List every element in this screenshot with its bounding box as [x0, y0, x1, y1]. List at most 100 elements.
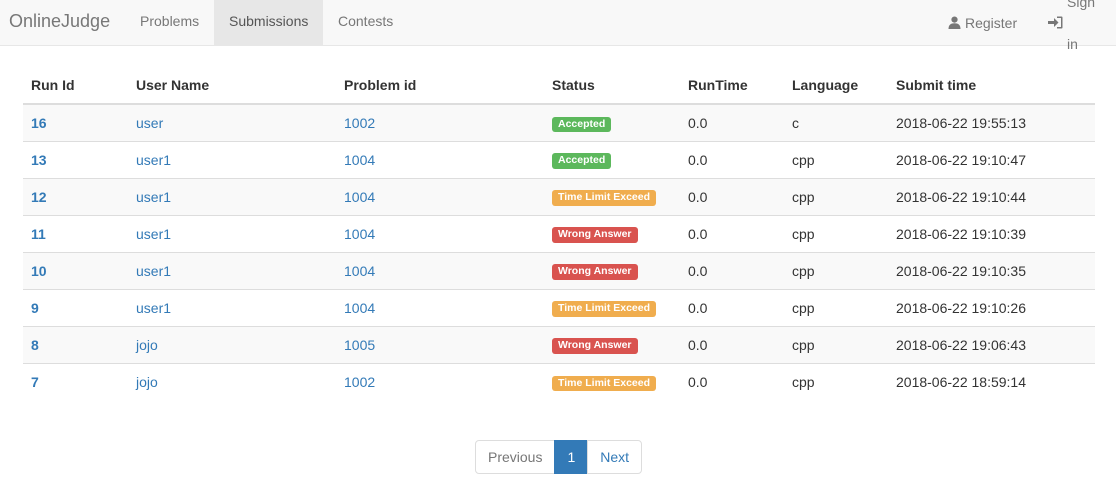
- run-id-link[interactable]: 13: [31, 152, 47, 168]
- table-row: 9 user1 1004 Time Limit Exceed 0.0 cpp 2018-06…: [23, 288, 1095, 326]
- status-badge: Wrong Answer: [552, 227, 638, 243]
- user-link[interactable]: user1: [136, 300, 171, 316]
- run-id-link[interactable]: 8: [31, 337, 39, 353]
- header-user-name: User Name: [128, 66, 336, 105]
- nav-problems[interactable]: Problems: [125, 0, 214, 45]
- next-page-button[interactable]: Next: [587, 440, 643, 474]
- table-row: 16 user 1002 Accepted 0.0 c 2018-06-22 19:55:1…: [23, 104, 1095, 141]
- status-cell: Time Limit Exceed: [544, 177, 680, 215]
- user-link[interactable]: user1: [136, 189, 171, 205]
- status-cell: Accepted: [544, 140, 680, 178]
- user-icon: [948, 16, 961, 29]
- language-cell: cpp: [784, 177, 888, 215]
- user-cell: user1: [128, 251, 336, 289]
- status-badge: Wrong Answer: [552, 338, 638, 354]
- problem-cell: 1004: [336, 214, 544, 252]
- status-badge: Accepted: [552, 116, 612, 132]
- header-language: Language: [784, 66, 888, 105]
- problem-cell: 1002: [336, 362, 544, 400]
- problem-cell: 1005: [336, 325, 544, 363]
- nav-contests[interactable]: Contests: [323, 0, 408, 45]
- run-id-link[interactable]: 11: [31, 226, 46, 242]
- register-label: Register: [965, 14, 1018, 31]
- status-badge: Time Limit Exceed: [552, 375, 657, 391]
- header-run-id: Run Id: [23, 66, 128, 105]
- problem-cell: 1004: [336, 177, 544, 215]
- problem-cell: 1004: [336, 140, 544, 178]
- run-id-cell: 10: [23, 251, 128, 289]
- user-cell: user1: [128, 214, 336, 252]
- user-link[interactable]: jojo: [136, 337, 158, 353]
- runtime-cell: 0.0: [680, 288, 784, 326]
- submit-time-cell: 2018-06-22 19:10:47: [888, 140, 1095, 178]
- problem-cell: 1004: [336, 288, 544, 326]
- submit-time-cell: 2018-06-22 19:10:44: [888, 177, 1095, 215]
- table-row: 10 user1 1004 Wrong Answer 0.0 cpp 2018-06-22 …: [23, 251, 1095, 289]
- user-cell: jojo: [128, 325, 336, 363]
- user-link[interactable]: user1: [136, 226, 171, 242]
- language-cell: cpp: [784, 214, 888, 252]
- register-link[interactable]: Register: [933, 0, 1032, 45]
- problem-link[interactable]: 1002: [344, 374, 375, 390]
- status-cell: Wrong Answer: [544, 214, 680, 252]
- status-cell: Wrong Answer: [544, 325, 680, 363]
- submit-time-cell: 2018-06-22 19:06:43: [888, 325, 1095, 363]
- header-submit-time: Submit time: [888, 66, 1095, 105]
- table-row: 13 user1 1004 Accepted 0.0 cpp 2018-06-22 19:1…: [23, 140, 1095, 178]
- top-navbar: OnlineJudge Problems Submissions Contest…: [0, 0, 1116, 52]
- runtime-cell: 0.0: [680, 140, 784, 178]
- language-cell: cpp: [784, 251, 888, 289]
- problem-link[interactable]: 1004: [344, 300, 375, 316]
- run-id-cell: 12: [23, 177, 128, 215]
- previous-page-button[interactable]: Previous: [475, 440, 556, 474]
- runtime-cell: 0.0: [680, 214, 784, 252]
- run-id-cell: 7: [23, 362, 128, 400]
- problem-link[interactable]: 1004: [344, 152, 375, 168]
- sign-in-icon: [1048, 16, 1063, 29]
- problem-link[interactable]: 1002: [344, 115, 375, 131]
- language-cell: c: [784, 104, 888, 141]
- table-row: 8 jojo 1005 Wrong Answer 0.0 cpp 2018-06-22 19…: [23, 325, 1095, 363]
- problem-link[interactable]: 1004: [344, 189, 375, 205]
- brand-link[interactable]: OnlineJudge: [9, 10, 110, 32]
- run-id-link[interactable]: 9: [31, 300, 39, 316]
- status-cell: Wrong Answer: [544, 251, 680, 289]
- runtime-cell: 0.0: [680, 104, 784, 141]
- run-id-link[interactable]: 7: [31, 374, 39, 390]
- user-link[interactable]: user: [136, 115, 163, 131]
- language-cell: cpp: [784, 140, 888, 178]
- nav-submissions[interactable]: Submissions: [214, 0, 324, 45]
- user-link[interactable]: user1: [136, 263, 171, 279]
- run-id-cell: 9: [23, 288, 128, 326]
- page-1-button[interactable]: 1: [554, 440, 589, 474]
- runtime-cell: 0.0: [680, 177, 784, 215]
- problem-cell: 1002: [336, 104, 544, 141]
- header-status: Status: [544, 66, 680, 105]
- header-runtime: RunTime: [680, 66, 784, 105]
- problem-link[interactable]: 1004: [344, 226, 375, 242]
- problem-link[interactable]: 1004: [344, 263, 375, 279]
- run-id-link[interactable]: 10: [31, 263, 47, 279]
- problem-cell: 1004: [336, 251, 544, 289]
- language-cell: cpp: [784, 362, 888, 400]
- user-cell: jojo: [128, 362, 336, 400]
- submit-time-cell: 2018-06-22 19:10:26: [888, 288, 1095, 326]
- user-cell: user1: [128, 177, 336, 215]
- user-link[interactable]: user1: [136, 152, 171, 168]
- user-cell: user1: [128, 288, 336, 326]
- runtime-cell: 0.0: [680, 325, 784, 363]
- user-link[interactable]: jojo: [136, 374, 158, 390]
- run-id-link[interactable]: 16: [31, 115, 47, 131]
- table-row: 7 jojo 1002 Time Limit Exceed 0.0 cpp 2018-06-…: [23, 362, 1095, 400]
- status-cell: Time Limit Exceed: [544, 362, 680, 400]
- user-cell: user: [128, 104, 336, 141]
- status-badge: Wrong Answer: [552, 264, 638, 280]
- runtime-cell: 0.0: [680, 362, 784, 400]
- submit-time-cell: 2018-06-22 18:59:14: [888, 362, 1095, 400]
- run-id-link[interactable]: 12: [31, 189, 47, 205]
- run-id-cell: 11: [23, 214, 128, 252]
- status-badge: Time Limit Exceed: [552, 301, 657, 317]
- signin-link[interactable]: Sign in: [1033, 0, 1116, 52]
- problem-link[interactable]: 1005: [344, 337, 375, 353]
- runtime-cell: 0.0: [680, 251, 784, 289]
